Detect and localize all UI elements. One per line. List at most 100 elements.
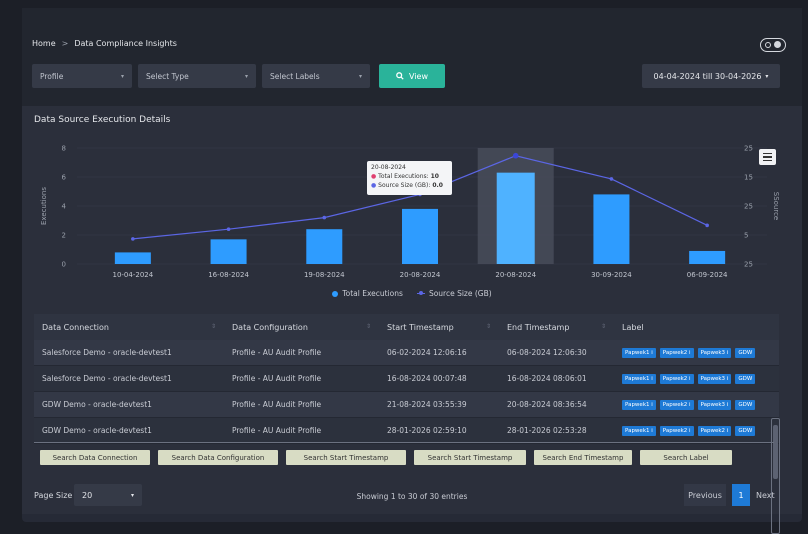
breadcrumb-home[interactable]: Home bbox=[32, 39, 56, 48]
search-buttons: Search Data Connection Search Data Confi… bbox=[40, 450, 732, 465]
page-1-button[interactable]: 1 bbox=[732, 484, 750, 506]
header-data-connection[interactable]: Data Connection ⇕ bbox=[34, 323, 224, 332]
top-bar: Home > Data Compliance Insights Profile … bbox=[22, 8, 802, 106]
header-data-configuration[interactable]: Data Configuration ⇕ bbox=[224, 323, 379, 332]
tooltip-date: 20-08-2024 bbox=[371, 164, 406, 171]
chevron-down-icon: ▾ bbox=[244, 72, 248, 80]
legend-label: Total Executions bbox=[342, 289, 403, 298]
table-scrollbar[interactable] bbox=[771, 418, 780, 534]
label-tag[interactable]: Papwek3 i bbox=[697, 399, 732, 410]
line-point[interactable] bbox=[512, 152, 519, 159]
labels-select-value: Select Labels bbox=[270, 71, 320, 81]
chevron-down-icon: ▾ bbox=[358, 72, 362, 80]
table-row[interactable]: GDW Demo - oracle-devtest1 Profile - AU A… bbox=[34, 418, 779, 444]
chart-bar[interactable] bbox=[306, 229, 343, 264]
search-start-timestamp-button[interactable]: Search Start Timestamp bbox=[286, 450, 406, 465]
y2-axis-label: SSource bbox=[772, 192, 780, 221]
search-label-button[interactable]: Search Label bbox=[640, 450, 732, 465]
cell-end-timestamp: 16-08-2024 08:06:01 bbox=[507, 374, 587, 383]
label-tag[interactable]: Papwek3 i bbox=[697, 373, 732, 384]
header-label[interactable]: Label bbox=[614, 323, 779, 332]
previous-page-button[interactable]: Previous bbox=[684, 484, 726, 506]
labels-select[interactable]: Select Labels ▾ bbox=[262, 64, 370, 88]
label-tag[interactable]: Papwek3 i bbox=[697, 347, 732, 358]
execution-details-card: Data Source Execution Details 0 25 2 5 4 25 6 1… bbox=[22, 106, 802, 534]
label-tag[interactable]: Papwek2 i bbox=[659, 425, 694, 436]
label-tag[interactable]: Papwek1 i bbox=[622, 373, 656, 384]
label-tag[interactable]: Papwek2 i bbox=[697, 425, 732, 436]
header-start-timestamp[interactable]: Start Timestamp ⇕ bbox=[379, 323, 499, 332]
chart-bar[interactable] bbox=[402, 208, 438, 264]
x-tick-label: 19-08-2024 bbox=[304, 271, 345, 279]
chart-tooltip: 20-08-2024 ● Total Executions: 10 ● Sour… bbox=[367, 161, 452, 195]
cell-end-timestamp: 20-08-2024 08:36:54 bbox=[507, 400, 587, 409]
chart-menu-icon[interactable] bbox=[759, 149, 776, 165]
type-select-value: Select Type bbox=[146, 71, 189, 81]
profile-select-value: Profile bbox=[40, 71, 64, 81]
y2-tick-label: 25 bbox=[744, 145, 753, 153]
y-tick-label: 0 bbox=[62, 261, 66, 269]
card-title: Data Source Execution Details bbox=[34, 115, 171, 125]
chevron-down-icon: ▾ bbox=[120, 72, 124, 80]
breadcrumb-current: Data Compliance Insights bbox=[74, 39, 177, 48]
profile-select[interactable]: Profile ▾ bbox=[32, 64, 132, 88]
line-point[interactable] bbox=[322, 215, 327, 220]
chart-bar[interactable] bbox=[210, 239, 247, 264]
cell-data-connection: Salesforce Demo - oracle-devtest1 bbox=[42, 348, 172, 357]
view-button[interactable]: View bbox=[379, 64, 445, 88]
chart-bar[interactable] bbox=[496, 172, 535, 264]
type-select[interactable]: Select Type ▾ bbox=[138, 64, 256, 88]
table-row[interactable]: Salesforce Demo - oracle-devtest1 Profile… bbox=[34, 366, 779, 392]
cell-label: Papwek1 i Papwek2 i Papwek3 i GDW bbox=[614, 399, 779, 410]
x-tick-label: 10-04-2024 bbox=[113, 271, 154, 279]
date-range-picker[interactable]: 04-04-2024 till 30-04-2026 ▾ bbox=[642, 64, 780, 88]
search-data-configuration-button[interactable]: Search Data Configuration bbox=[158, 450, 278, 465]
cell-data-connection: GDW Demo - oracle-devtest1 bbox=[42, 426, 152, 435]
cell-data-configuration: Profile - AU Audit Profile bbox=[232, 426, 322, 435]
y2-tick-label: 25 bbox=[744, 261, 753, 269]
horizontal-scrollbar[interactable] bbox=[34, 442, 774, 443]
x-tick-label: 20-08-2024 bbox=[495, 271, 536, 279]
cell-data-connection: GDW Demo - oracle-devtest1 bbox=[42, 400, 152, 409]
label-tag[interactable]: GDW bbox=[735, 399, 756, 410]
cell-start-timestamp: 21-08-2024 03:55:39 bbox=[387, 400, 467, 409]
y-tick-label: 2 bbox=[62, 232, 66, 240]
label-tag[interactable]: GDW bbox=[735, 373, 756, 384]
chart-bar[interactable] bbox=[114, 252, 151, 264]
table-row[interactable]: GDW Demo - oracle-devtest1 Profile - AU A… bbox=[34, 392, 779, 418]
line-point[interactable] bbox=[609, 177, 614, 181]
label-tag[interactable]: GDW bbox=[735, 425, 756, 436]
line-point[interactable] bbox=[131, 237, 135, 241]
label-tag[interactable]: Papwek2 i bbox=[659, 399, 694, 410]
tooltip-source-size: ● Source Size (GB): 0.0 bbox=[371, 182, 443, 189]
legend-item-source-size[interactable]: Source Size (GB) bbox=[416, 289, 492, 298]
cell-data-configuration: Profile - AU Audit Profile bbox=[232, 348, 322, 357]
search-start-timestamp-button-2[interactable]: Search Start Timestamp bbox=[414, 450, 526, 465]
header-end-timestamp[interactable]: End Timestamp ⇕ bbox=[499, 323, 614, 332]
app-window: Home > Data Compliance Insights Profile … bbox=[22, 8, 802, 534]
legend-label: Source Size (GB) bbox=[428, 289, 492, 298]
y-tick-label: 4 bbox=[62, 203, 67, 211]
label-tag[interactable]: GDW bbox=[735, 347, 756, 358]
cell-end-timestamp: 06-08-2024 12:06:30 bbox=[507, 348, 587, 357]
scrollbar-thumb[interactable] bbox=[773, 425, 778, 479]
chart-bar[interactable] bbox=[689, 250, 726, 264]
label-tag[interactable]: Papwek2 i bbox=[659, 373, 694, 384]
legend-item-executions[interactable]: Total Executions bbox=[332, 289, 403, 298]
line-point[interactable] bbox=[226, 227, 231, 231]
label-tag[interactable]: Papwek1 i bbox=[622, 425, 656, 436]
toggle-off-icon bbox=[765, 41, 771, 48]
theme-toggle[interactable] bbox=[760, 38, 786, 52]
date-range-value: 04-04-2024 till 30-04-2026 bbox=[653, 71, 762, 81]
label-tag[interactable]: Papwek1 i bbox=[622, 399, 656, 410]
next-page-button[interactable]: Next bbox=[756, 491, 775, 500]
line-point[interactable] bbox=[705, 223, 709, 228]
label-tag[interactable]: Papwek2 i bbox=[659, 347, 694, 358]
chart-bar[interactable] bbox=[593, 194, 630, 264]
search-data-connection-button[interactable]: Search Data Connection bbox=[40, 450, 150, 465]
sort-icon: ⇕ bbox=[485, 322, 491, 330]
label-tag[interactable]: Papwek1 i bbox=[622, 347, 656, 358]
cell-data-configuration: Profile - AU Audit Profile bbox=[232, 400, 322, 409]
table-row[interactable]: Salesforce Demo - oracle-devtest1 Profile… bbox=[34, 340, 779, 366]
search-end-timestamp-button[interactable]: Search End Timestamp bbox=[534, 450, 632, 465]
